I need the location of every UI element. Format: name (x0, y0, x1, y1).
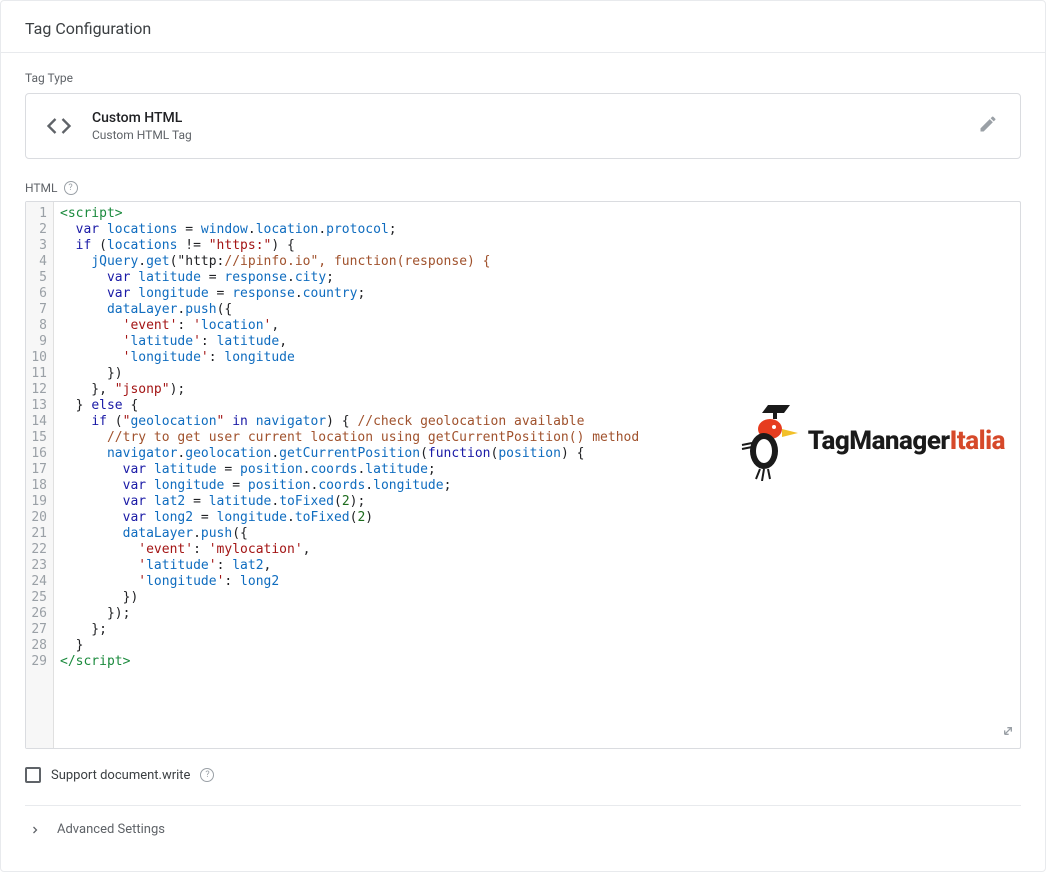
panel-header: Tag Configuration (1, 1, 1045, 53)
advanced-settings-row[interactable]: Advanced Settings (25, 806, 1021, 843)
advanced-settings-label: Advanced Settings (57, 822, 165, 837)
resize-handle-icon[interactable] (1000, 723, 1016, 744)
code-gutter: 1234567891011121314151617181920212223242… (26, 202, 54, 748)
tag-type-title: Custom HTML (92, 110, 956, 126)
code-icon (42, 109, 76, 143)
code-editor[interactable]: 1234567891011121314151617181920212223242… (25, 201, 1021, 749)
tag-type-text: Custom HTML Custom HTML Tag (92, 110, 956, 142)
html-label-row: HTML ? (25, 181, 1021, 195)
support-doc-write-label: Support document.write (51, 768, 190, 783)
tag-type-card[interactable]: Custom HTML Custom HTML Tag (25, 93, 1021, 159)
support-doc-write-checkbox[interactable] (25, 767, 41, 783)
support-doc-write-row: Support document.write ? (25, 767, 1021, 783)
panel-content: Tag Type Custom HTML Custom HTML Tag HTM… (1, 53, 1045, 863)
code-lines[interactable]: <script> var locations = window.location… (54, 202, 1020, 748)
tag-type-label: Tag Type (25, 71, 1021, 85)
html-label: HTML (25, 181, 58, 195)
tag-type-subtitle: Custom HTML Tag (92, 128, 956, 142)
chevron-right-icon (29, 824, 41, 836)
edit-icon[interactable] (972, 108, 1004, 144)
help-icon[interactable]: ? (200, 768, 214, 782)
page-title: Tag Configuration (25, 19, 151, 38)
help-icon[interactable]: ? (64, 181, 78, 195)
